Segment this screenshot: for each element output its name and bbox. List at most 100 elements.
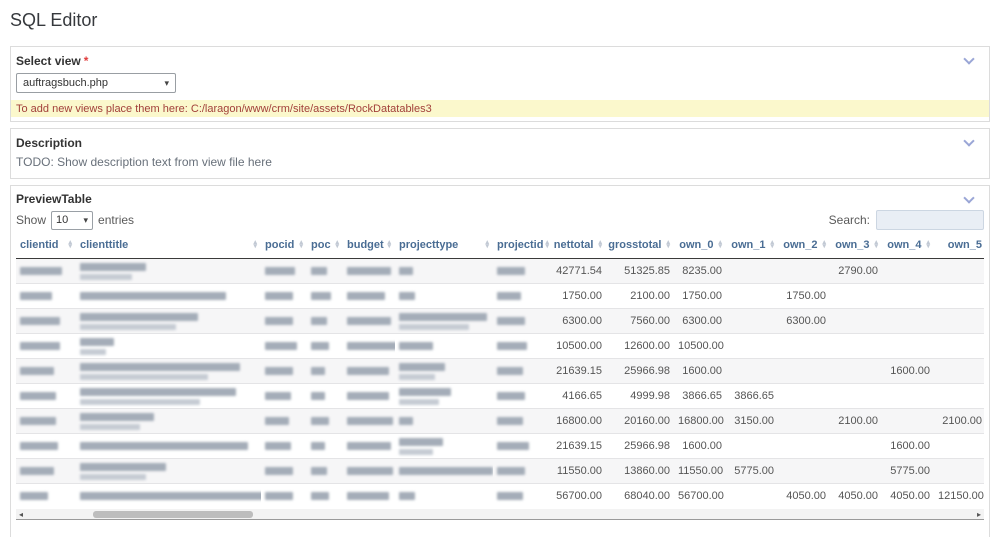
sort-icon[interactable]: ▴ ▾	[68, 239, 72, 250]
cell-nettotal: 4166.65	[548, 383, 606, 409]
redacted-text	[20, 467, 54, 475]
column-header-own_5[interactable]: own_5	[934, 233, 984, 259]
column-header-clienttitle[interactable]: clienttitle ▴ ▾	[76, 233, 261, 259]
column-header-budget[interactable]: budget ▴ ▾	[343, 233, 395, 259]
column-header-nettotal[interactable]: nettotal ▴ ▾	[548, 233, 606, 259]
redacted-text	[399, 492, 415, 501]
cell-own_4: 4050.00	[882, 483, 934, 509]
sort-icon[interactable]: ▴ ▾	[926, 239, 930, 250]
cell-own_2	[778, 408, 830, 434]
table-row: 11550.00 13860.00 11550.00 5775.00 5775.00	[16, 458, 984, 484]
cell-grosstotal: 7560.00	[606, 308, 674, 334]
table-row: 1750.00 2100.00 1750.00 1750.00	[16, 283, 984, 309]
column-label: own_0	[679, 239, 714, 251]
redacted-text	[399, 312, 487, 321]
redacted-text	[347, 292, 385, 300]
panel-footer-space	[16, 520, 984, 537]
cell-pocid	[261, 259, 307, 284]
column-header-own_2[interactable]: own_2 ▴ ▾	[778, 233, 830, 259]
description-label: Description	[16, 136, 83, 150]
column-header-projectid[interactable]: projectid ▴ ▾	[493, 233, 549, 259]
horizontal-scrollbar[interactable]: ◂ ▸	[16, 508, 984, 520]
redacted-text	[497, 492, 523, 501]
cell-own_5	[934, 283, 984, 309]
redacted-text	[311, 392, 325, 400]
sort-icon[interactable]: ▴ ▾	[822, 239, 826, 250]
sort-icon[interactable]: ▴ ▾	[253, 239, 257, 250]
cell-projecttype	[395, 283, 493, 309]
cell-clienttitle	[76, 458, 261, 484]
view-select[interactable]: auftragsbuch.php ▾	[16, 73, 176, 93]
views-path-notice: To add new views place them here: C:/lar…	[11, 100, 989, 117]
column-header-grosstotal[interactable]: grosstotal ▴ ▾	[606, 233, 674, 259]
cell-own_0: 1600.00	[674, 433, 726, 459]
scrollbar-thumb[interactable]	[93, 510, 254, 518]
column-label: nettotal	[553, 239, 594, 251]
scroll-right-icon[interactable]: ▸	[974, 509, 984, 520]
sort-icon[interactable]: ▴ ▾	[770, 239, 774, 250]
sort-icon[interactable]: ▴ ▾	[299, 239, 303, 250]
scroll-left-icon[interactable]: ◂	[16, 509, 26, 520]
cell-clienttitle	[76, 483, 261, 509]
cell-projecttype	[395, 383, 493, 409]
cell-grosstotal: 2100.00	[606, 283, 674, 309]
column-header-clientid[interactable]: clientid ▴ ▾	[16, 233, 76, 259]
cell-budget	[343, 383, 395, 409]
redacted-text	[311, 317, 327, 325]
sort-icon[interactable]: ▴ ▾	[387, 239, 391, 250]
column-label: own_3	[835, 239, 870, 251]
column-header-pocid[interactable]: pocid ▴ ▾	[261, 233, 307, 259]
caret-down-icon: ▾	[164, 77, 169, 88]
cell-poc	[307, 383, 343, 409]
sort-icon[interactable]: ▴ ▾	[545, 239, 549, 250]
column-header-projecttype[interactable]: projecttype ▴ ▾	[395, 233, 493, 259]
search-input[interactable]	[876, 210, 984, 230]
cell-own_0: 10500.00	[674, 333, 726, 359]
search-control: Search:	[829, 210, 984, 230]
page-length-select[interactable]: 10 ▾	[51, 210, 94, 230]
cell-own_2	[778, 383, 830, 409]
redacted-text	[80, 462, 166, 471]
redacted-text	[497, 317, 525, 325]
redacted-text	[311, 492, 329, 501]
column-header-own_4[interactable]: own_4 ▴ ▾	[882, 233, 934, 259]
cell-poc	[307, 308, 343, 334]
sort-icon[interactable]: ▴ ▾	[485, 239, 489, 250]
column-header-own_3[interactable]: own_3 ▴ ▾	[830, 233, 882, 259]
sort-icon[interactable]: ▴ ▾	[666, 239, 670, 250]
cell-own_0: 16800.00	[674, 408, 726, 434]
cell-projecttype	[395, 408, 493, 434]
cell-own_0: 8235.00	[682, 265, 722, 277]
column-header-own_1[interactable]: own_1 ▴ ▾	[726, 233, 778, 259]
redacted-text	[80, 412, 154, 421]
cell-own_1	[726, 483, 778, 509]
show-label: Show	[16, 213, 47, 227]
redacted-text	[20, 317, 60, 325]
cell-own_2	[778, 259, 830, 284]
column-header-poc[interactable]: poc ▴ ▾	[307, 233, 343, 259]
cell-own_5	[934, 308, 984, 334]
column-label: poc	[311, 239, 331, 251]
cell-own_1	[726, 259, 778, 284]
cell-own_2	[778, 333, 830, 359]
cell-nettotal: 56700.00	[548, 483, 606, 509]
cell-own_1: 3150.00	[726, 408, 778, 434]
redacted-text	[80, 492, 261, 501]
column-header-own_0[interactable]: own_0 ▴ ▾	[674, 233, 726, 259]
sort-icon[interactable]: ▴ ▾	[874, 239, 878, 250]
column-label: clienttitle	[80, 239, 129, 251]
redacted-text	[265, 392, 291, 400]
sort-icon[interactable]: ▴ ▾	[598, 239, 602, 250]
cell-own_3: 2100.00	[830, 408, 882, 434]
redacted-text	[20, 492, 48, 501]
redacted-text	[497, 342, 527, 350]
cell-poc	[307, 408, 343, 434]
cell-clienttitle	[76, 283, 261, 309]
cell-clientid	[16, 308, 76, 334]
cell-clientid	[16, 433, 76, 459]
sort-icon[interactable]: ▴ ▾	[718, 239, 722, 250]
column-label: clientid	[20, 239, 59, 251]
sort-icon[interactable]: ▴ ▾	[335, 239, 339, 250]
cell-projectid	[493, 383, 548, 409]
cell-own_3	[830, 458, 882, 484]
